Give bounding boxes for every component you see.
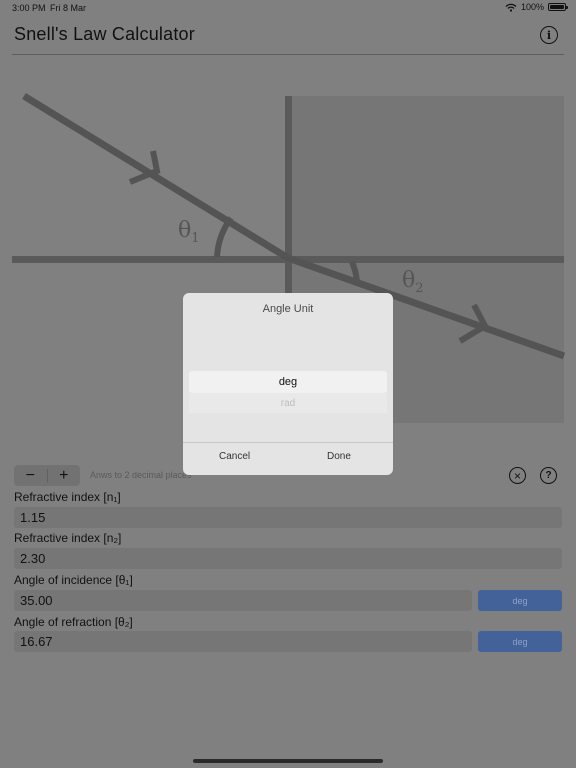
increment-button[interactable]: + — [48, 465, 81, 486]
dialog-divider — [183, 442, 393, 443]
refraction-field[interactable]: 16.67 — [14, 631, 472, 652]
incidence-unit-button[interactable]: deg — [478, 590, 562, 611]
n1-label: Refractive index [n₁] — [14, 490, 121, 504]
wifi-icon — [505, 3, 517, 12]
incidence-label: Angle of incidence [θ₁] — [14, 573, 133, 587]
close-circle-icon[interactable]: × — [509, 467, 526, 484]
refraction-label: Angle of refraction [θ₂] — [14, 615, 133, 629]
n2-field[interactable]: 2.30 — [14, 548, 562, 569]
n2-label: Refractive index [n₂] — [14, 531, 122, 545]
precision-stepper[interactable]: − + — [14, 465, 80, 486]
incidence-field[interactable]: 35.00 — [14, 590, 472, 611]
page-title: Snell's Law Calculator — [14, 24, 195, 44]
precision-note: Anws to 2 decimal places — [90, 470, 192, 480]
battery-percent: 100% — [520, 2, 544, 12]
n1-field[interactable]: 1.15 — [14, 507, 562, 528]
picker-option-deg[interactable]: deg — [189, 371, 387, 393]
status-time: 3:00 PM — [12, 3, 46, 13]
theta1-arc — [214, 216, 234, 258]
battery-icon — [548, 3, 568, 11]
refraction-unit-button[interactable]: deg — [478, 631, 562, 652]
info-circle-icon[interactable]: i — [540, 26, 558, 44]
home-indicator[interactable] — [193, 759, 383, 763]
done-button[interactable]: Done — [327, 451, 351, 462]
decrement-button[interactable]: − — [14, 465, 47, 486]
status-date: Fri 8 Mar — [50, 3, 86, 13]
theta1-label: θ1 — [178, 218, 200, 246]
header-divider — [12, 54, 564, 55]
dialog-title: Angle Unit — [262, 303, 314, 315]
angle-unit-dialog: Angle Unit deg rad Cancel Done — [183, 293, 393, 475]
status-indicators: 100% — [505, 2, 568, 12]
question-circle-icon[interactable]: ? — [540, 467, 557, 484]
picker-option-rad[interactable]: rad — [189, 393, 387, 413]
cancel-button[interactable]: Cancel — [219, 451, 250, 462]
